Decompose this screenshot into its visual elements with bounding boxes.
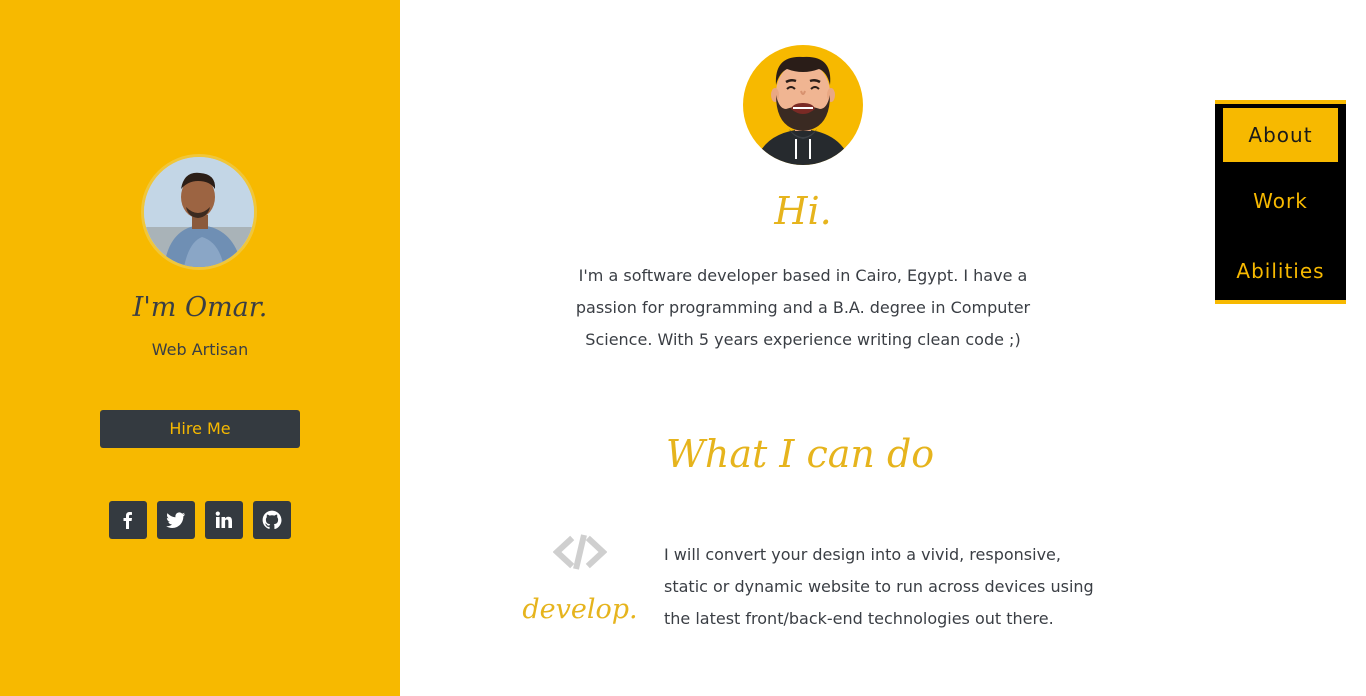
- nav-about[interactable]: About: [1223, 108, 1338, 162]
- avatar-illustration: [743, 45, 863, 165]
- profile-photo-image: [144, 157, 254, 267]
- sidebar-name: I'm Omar.: [132, 292, 268, 323]
- social-links: [109, 501, 301, 539]
- nav-abilities[interactable]: Abilities: [1223, 244, 1338, 298]
- sidebar: I'm Omar. Web Artisan Hire Me: [0, 0, 400, 696]
- skill-description: I will convert your design into a vivid,…: [664, 545, 1094, 628]
- facebook-link[interactable]: [109, 501, 147, 539]
- linkedin-link[interactable]: [205, 501, 243, 539]
- floating-nav: About Work Abilities: [1215, 100, 1346, 304]
- sidebar-role: Web Artisan: [151, 340, 249, 359]
- skill-name: develop.: [522, 594, 638, 625]
- profile-photo: [141, 154, 257, 270]
- github-icon: [262, 510, 282, 530]
- code-icon: [552, 532, 608, 572]
- cartoon-avatar: [743, 45, 863, 165]
- linkedin-icon: [215, 511, 232, 528]
- github-link[interactable]: [253, 501, 291, 539]
- nav-work[interactable]: Work: [1223, 174, 1338, 228]
- greeting-heading: Hi.: [774, 189, 832, 233]
- facebook-icon: [123, 512, 132, 529]
- about-paragraph: I'm a software developer based in Cairo,…: [575, 266, 1031, 349]
- hire-me-button[interactable]: Hire Me: [100, 410, 300, 448]
- twitter-link[interactable]: [157, 501, 195, 539]
- skills-heading: What I can do: [665, 432, 935, 476]
- twitter-icon: [166, 512, 185, 528]
